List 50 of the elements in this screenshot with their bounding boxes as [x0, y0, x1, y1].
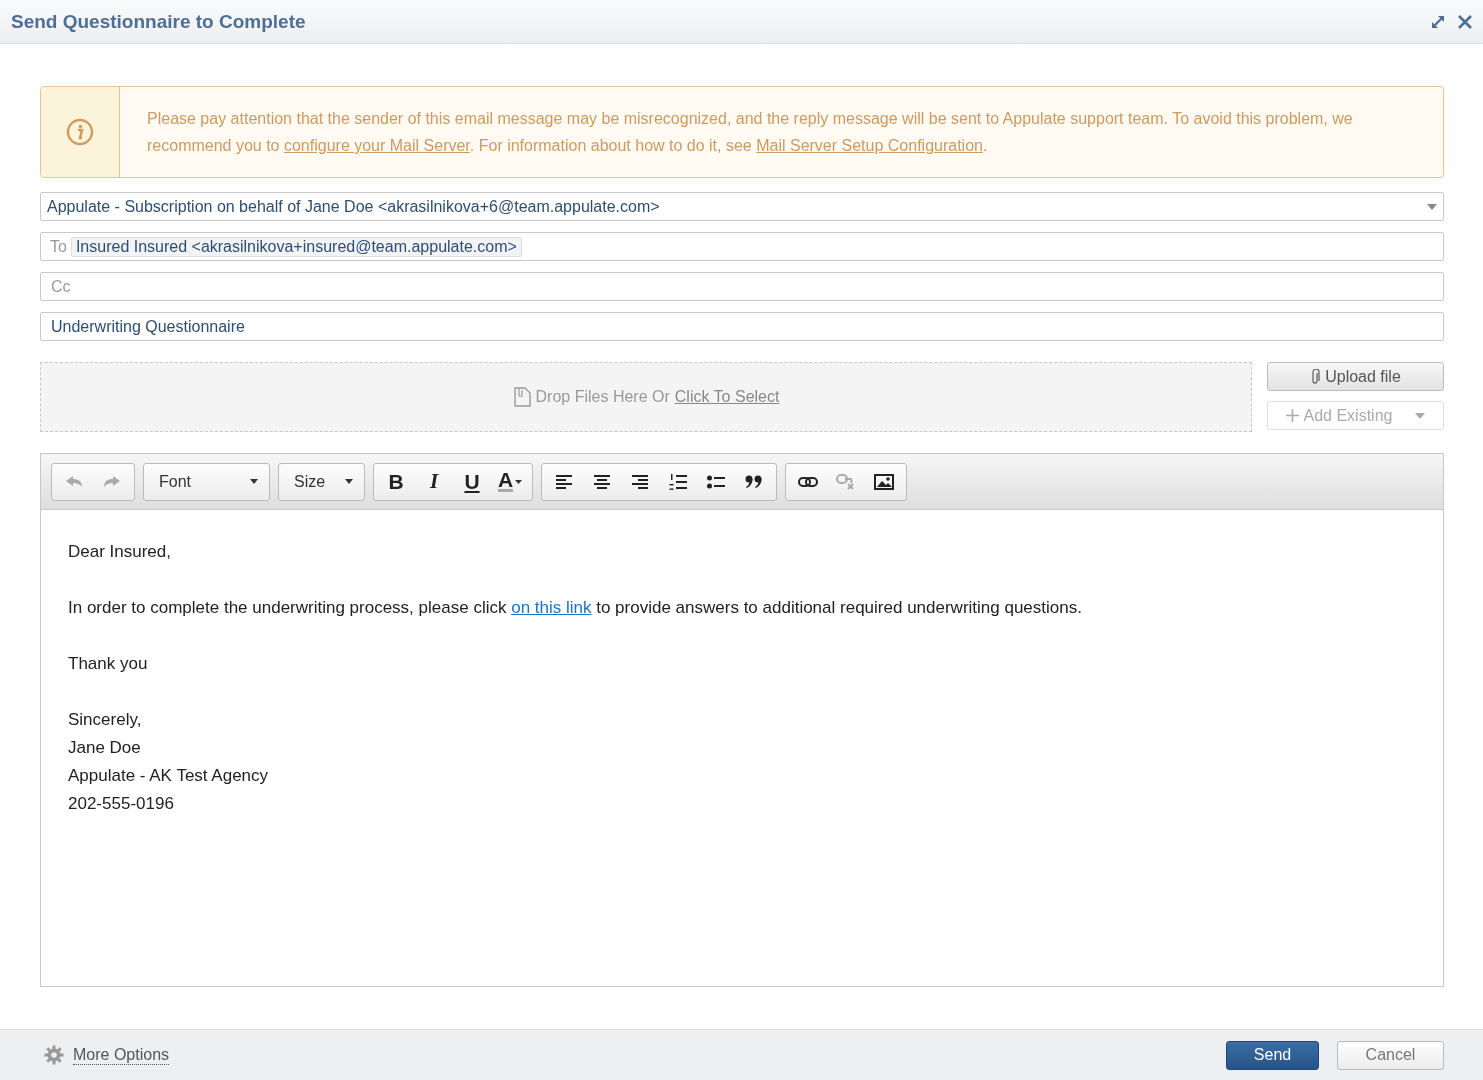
numbered-list-icon	[669, 473, 687, 490]
align-right-icon	[632, 474, 648, 489]
underline-button[interactable]: U	[453, 464, 491, 499]
size-dropdown[interactable]: Size	[282, 464, 361, 499]
align-left-icon	[556, 474, 572, 489]
quote-icon	[745, 474, 763, 489]
redo-icon	[103, 474, 121, 489]
text-color-button[interactable]: A	[491, 464, 529, 499]
message-line: Appulate - AK Test Agency	[68, 765, 270, 787]
message-line: Jane Doe	[68, 737, 142, 759]
send-button[interactable]: Send	[1226, 1040, 1319, 1070]
to-field[interactable]: To Insured Insured <akrasilnikova+insured@team.appulate.com>	[40, 232, 1444, 261]
dropdown-caret-icon	[1427, 203, 1437, 210]
questionnaire-link[interactable]: on this link	[511, 598, 592, 617]
bold-button[interactable]: B	[377, 464, 415, 499]
info-icon	[66, 118, 94, 146]
subject-field[interactable]: Underwriting Questionnaire	[40, 312, 1444, 341]
recipient-chip[interactable]: Insured Insured <akrasilnikova+insured@team.appulate.com>	[70, 236, 522, 257]
close-icon[interactable]	[1458, 14, 1472, 29]
cc-field[interactable]: Cc	[40, 272, 1444, 301]
file-icon	[512, 387, 531, 407]
undo-icon	[65, 474, 83, 489]
warning-message: Please pay attention that the sender of this email message may be misrecognized, and the reply message will be sent to Appulate support team. To avoid this problem, we recommend you to configure your Mail Server. For information about how to do it, see Mail Server Setup Configuration.	[146, 109, 1354, 156]
settings-icon	[44, 1045, 64, 1065]
message-line: Sincerely,	[68, 709, 143, 731]
font-dropdown[interactable]: Font	[147, 464, 266, 499]
message-line: Thank you	[68, 653, 149, 675]
dropdown-caret-icon	[515, 479, 523, 484]
unlink-icon	[836, 473, 856, 490]
dropdown-caret-icon	[1415, 412, 1426, 419]
dropdown-caret-icon	[250, 479, 258, 484]
align-center-icon	[594, 474, 610, 489]
from-select[interactable]: Appulate - Subscription on behalf of Jane Doe <akrasilnikova+6@team.appulate.com>	[40, 192, 1444, 221]
expand-icon[interactable]	[1430, 13, 1446, 30]
bullet-list-icon	[707, 474, 725, 489]
dropdown-caret-icon	[345, 479, 353, 484]
link-icon	[798, 475, 818, 488]
message-line: 202-555-0196	[68, 793, 175, 815]
window-title: Send Questionnaire to Complete	[11, 10, 306, 33]
paperclip-icon	[1310, 368, 1321, 385]
more-options-link[interactable]: More Options	[44, 1045, 170, 1065]
italic-button[interactable]: I	[415, 464, 453, 499]
message-paragraph: In order to complete the underwriting process, please click on this link to provide answers to additional required underwriting questions.	[68, 597, 1083, 619]
upload-file-button[interactable]: Upload file	[1267, 362, 1444, 391]
image-icon	[874, 473, 894, 490]
cancel-button[interactable]: Cancel	[1337, 1040, 1444, 1070]
plus-icon	[1285, 409, 1299, 422]
drop-files-text: Drop Files Here Or	[535, 388, 670, 406]
message-line: Dear Insured,	[68, 541, 172, 563]
to-label: To	[49, 237, 67, 256]
